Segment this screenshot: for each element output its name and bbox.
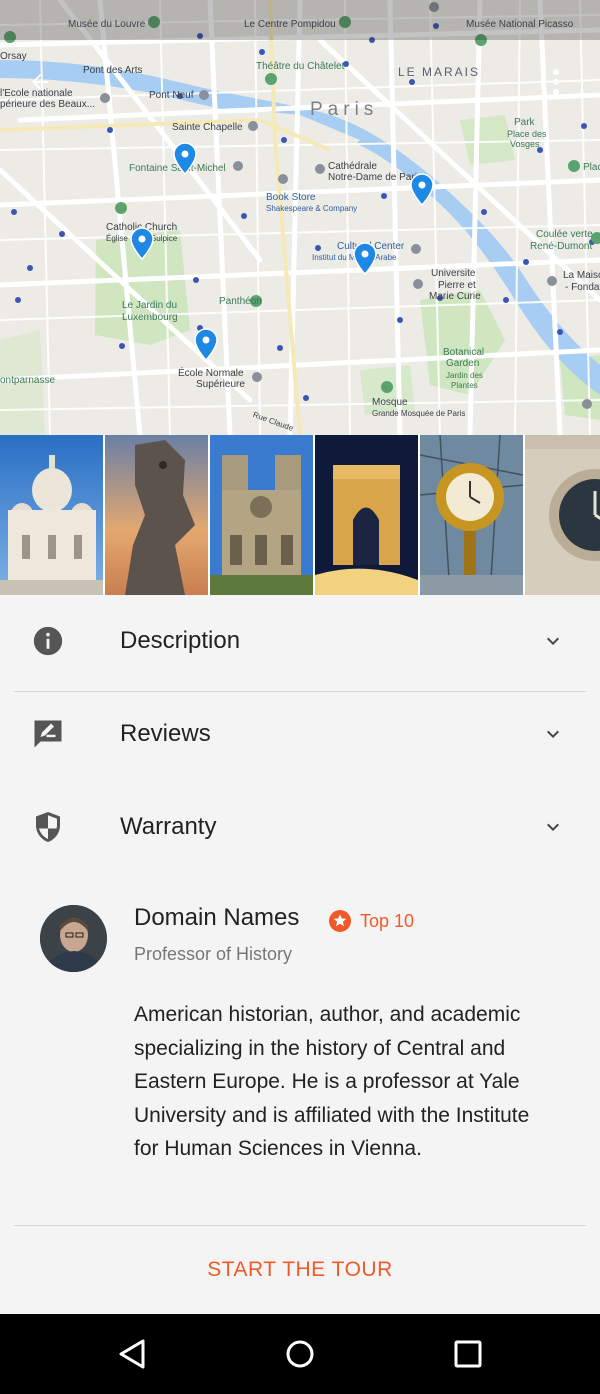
more-vert-icon xyxy=(553,69,559,95)
map-label: Plantes xyxy=(451,381,478,390)
photo-notre-dame[interactable] xyxy=(210,435,313,595)
map-label: École Normale xyxy=(178,368,244,379)
reviews-section-header[interactable]: Reviews xyxy=(0,688,600,780)
nav-recents-button[interactable] xyxy=(448,1334,488,1374)
map-label: Park xyxy=(514,117,535,128)
map-label: Musée du Louvre xyxy=(68,19,146,30)
map-label: Institut du Monde Arabe xyxy=(312,253,397,262)
map-label: Panthéon xyxy=(219,296,262,307)
map-label: Botanical xyxy=(443,347,485,358)
map-label: Cultural Center xyxy=(337,241,405,252)
triangle-back-icon xyxy=(119,1339,145,1369)
top-badge: Top 10 xyxy=(328,909,414,933)
map[interactable]: Musée du Louvre Le Centre Pompidou Musée… xyxy=(0,0,600,435)
map-label: Orsay xyxy=(0,51,27,62)
map-label: Mosque xyxy=(372,397,408,408)
chevron-down-icon[interactable] xyxy=(538,812,568,842)
author-name: Domain Names xyxy=(134,904,300,931)
map-label: Marie Curie xyxy=(429,291,481,302)
description-label: Description xyxy=(120,627,241,654)
warranty-label: Warranty xyxy=(120,813,217,840)
map-label: Book Store xyxy=(266,192,316,203)
map-label: Supérieure xyxy=(196,379,245,390)
warranty-section-header[interactable]: Warranty xyxy=(0,781,600,873)
map-label: Église Saint-Sulpice xyxy=(106,234,178,243)
system-navigation-bar xyxy=(0,1314,600,1394)
description-section-header[interactable]: Description xyxy=(0,595,600,687)
map-label: Paris xyxy=(310,99,379,120)
reviews-label: Reviews xyxy=(120,720,211,747)
map-label: Coulée verte xyxy=(536,229,593,240)
shield-icon xyxy=(28,807,68,847)
nav-back-button[interactable] xyxy=(112,1334,152,1374)
star-badge-icon xyxy=(329,910,351,932)
start-tour-button[interactable]: START THE TOUR xyxy=(0,1248,600,1292)
more-options-button[interactable] xyxy=(552,68,576,104)
map-label: Le Centre Pompidou xyxy=(244,19,336,30)
map-label: Vosges xyxy=(510,139,540,149)
photo-gallery[interactable] xyxy=(0,435,600,595)
map-label: Grande Mosquée de Paris xyxy=(372,409,466,418)
map-label: René-Dumont xyxy=(530,241,593,252)
rate-review-icon xyxy=(28,714,68,754)
author-role: Professor of History xyxy=(134,944,293,964)
map-label: ontparnasse xyxy=(0,375,56,386)
info-icon xyxy=(28,621,68,661)
photo-clock-facade[interactable] xyxy=(525,435,600,595)
map-label: Pont des Arts xyxy=(83,65,143,76)
chevron-down-icon[interactable] xyxy=(538,719,568,749)
map-label: Shakespeare & Company xyxy=(266,204,358,213)
map-label: Universite xyxy=(431,268,476,279)
author-avatar[interactable] xyxy=(40,905,107,972)
photo-orsay-clock[interactable] xyxy=(420,435,523,595)
map-label: Le Jardin du xyxy=(122,300,178,311)
author-bio: American historian, author, and academic… xyxy=(134,1003,530,1160)
map-label: Musée National Picasso xyxy=(466,19,574,30)
map-label: Fontaine Saint-Michel xyxy=(129,163,226,174)
map-label: Pont Neuf xyxy=(149,90,194,101)
map-label: Sainte Chapelle xyxy=(172,122,243,133)
map-label: Plac xyxy=(583,162,600,173)
map-label: - Fondat xyxy=(565,282,600,293)
arrow-back-icon xyxy=(32,74,48,90)
map-label: Garden xyxy=(446,358,480,369)
map-label: Théâtre du Châtelet xyxy=(256,61,345,72)
photo-arc-de-triomphe[interactable] xyxy=(315,435,418,595)
photo-gargoyle[interactable] xyxy=(105,435,208,595)
badge-label: Top 10 xyxy=(360,910,415,931)
photo-sacre-coeur[interactable] xyxy=(0,435,103,595)
map-label: La Maiso xyxy=(563,270,600,281)
back-button[interactable] xyxy=(28,70,62,104)
map-label: LE MARAIS xyxy=(398,65,481,79)
map-label: Catholic Church xyxy=(106,222,178,233)
nav-home-button[interactable] xyxy=(280,1334,320,1374)
map-label: Cathédrale xyxy=(328,161,377,172)
map-label: Notre-Dame de Paris xyxy=(328,172,422,183)
map-label: Pierre et xyxy=(438,280,476,291)
circle-home-icon xyxy=(286,1340,314,1368)
chevron-down-icon[interactable] xyxy=(538,626,568,656)
map-label: Luxembourg xyxy=(122,312,178,323)
square-recents-icon xyxy=(454,1340,482,1368)
divider xyxy=(14,1225,586,1226)
